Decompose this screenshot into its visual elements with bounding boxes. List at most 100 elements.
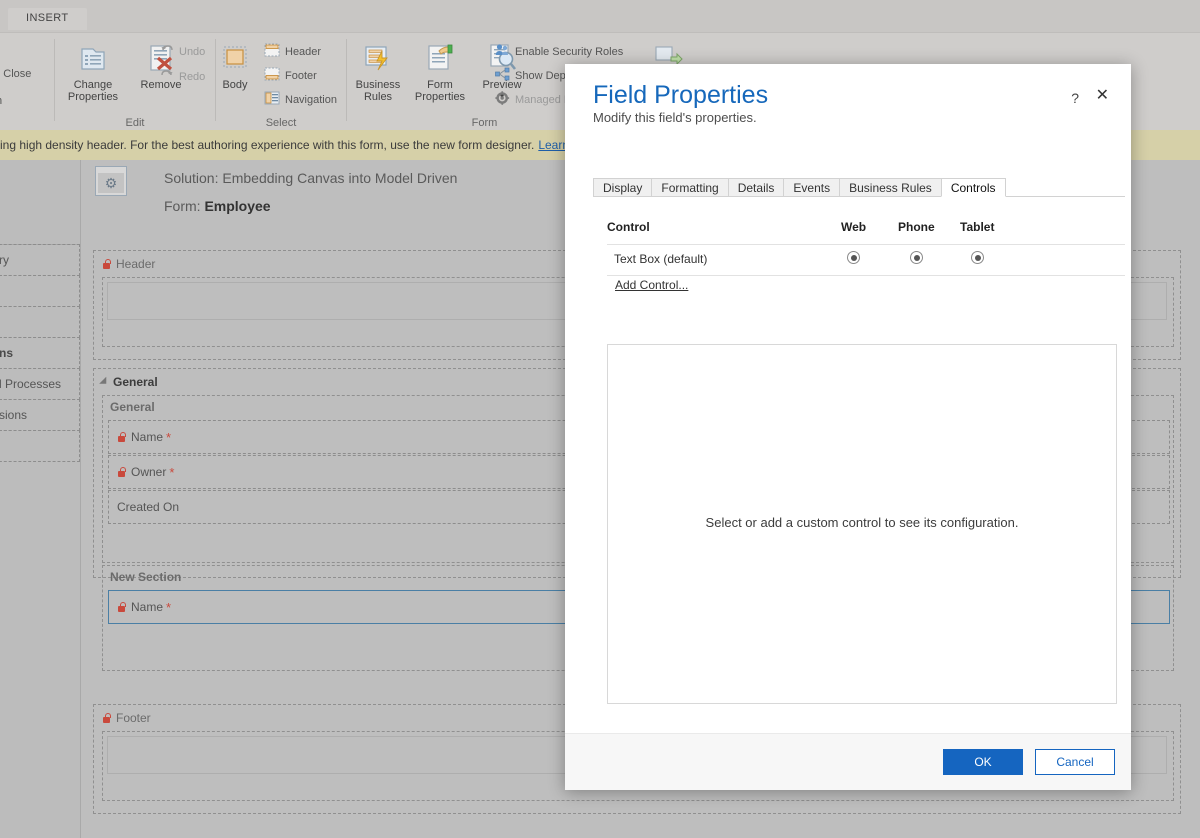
business-rules-icon	[347, 41, 409, 75]
change-properties-label: Change Properties	[67, 79, 119, 103]
field-label: Name	[131, 430, 164, 444]
footer-icon	[264, 67, 280, 84]
undo-button[interactable]: Undo	[160, 43, 205, 60]
footer-label: Footer	[285, 69, 317, 82]
redo-icon	[160, 68, 174, 85]
lock-icon	[117, 602, 126, 612]
ribbon-tabstrip: INSERT	[0, 0, 1200, 32]
table-row[interactable]: Text Box (default)	[607, 245, 1125, 276]
solution-name: Solution: Embedding Canvas into Model Dr…	[164, 170, 458, 186]
form-properties-label: Form Properties	[414, 79, 466, 103]
radio-phone[interactable]	[910, 251, 923, 264]
help-icon[interactable]: ?	[1071, 90, 1079, 106]
field-label: Name	[131, 600, 164, 614]
body-icon	[204, 41, 266, 75]
tab-formatting[interactable]: Formatting	[651, 178, 729, 197]
form-properties-button[interactable]: Form Properties	[409, 41, 471, 103]
radio-tablet[interactable]	[971, 251, 984, 264]
form-properties-icon	[409, 41, 471, 75]
column-header-phone: Phone	[898, 220, 935, 234]
navigation-icon	[264, 91, 280, 108]
dialog-title: Field Properties	[593, 81, 769, 109]
left-pane-item-1[interactable]	[0, 275, 80, 307]
header-label: Header	[285, 45, 322, 58]
undo-icon	[160, 43, 174, 60]
control-config-panel: Select or add a custom control to see it…	[607, 344, 1117, 704]
enable-security-roles-label: Enable Security Roles	[515, 45, 624, 58]
tab-display[interactable]: Display	[593, 178, 653, 197]
left-pane-item-0[interactable]: ry	[0, 244, 80, 276]
dialog-footer: OK Cancel	[565, 733, 1131, 790]
navigation-button[interactable]: Navigation	[264, 91, 337, 108]
left-pane-header	[0, 160, 80, 245]
left-pane-item-2[interactable]	[0, 306, 80, 338]
business-rules-label: Business Rules	[355, 79, 401, 103]
left-pane-item-4[interactable]: l Processes	[0, 368, 80, 400]
ribbon-clipped-label-2[interactable]: nd Close	[0, 68, 31, 80]
required-indicator: *	[166, 429, 172, 445]
tab-controls[interactable]: Controls	[940, 178, 1006, 197]
ribbon-group-select: Body Header Footer Navigation Select	[216, 33, 346, 131]
required-indicator: *	[166, 599, 172, 615]
form-name-line: Form: Employee	[164, 198, 271, 214]
navigation-label: Navigation	[285, 93, 337, 106]
controls-table-header: Control Web Phone Tablet	[607, 216, 1125, 245]
general-tab-label: General	[113, 375, 158, 389]
business-rules-button[interactable]: Business Rules	[347, 41, 409, 103]
lock-icon	[102, 259, 111, 269]
redo-label: Redo	[179, 70, 206, 83]
header-button[interactable]: Header	[264, 43, 321, 60]
change-properties-icon	[62, 41, 124, 75]
dialog-tabstrip: Display Formatting Details Events Busine…	[593, 178, 1131, 198]
lock-icon	[117, 432, 126, 442]
tab-details[interactable]: Details	[727, 178, 785, 197]
field-label: Owner	[131, 465, 167, 479]
general-section-label: General	[110, 400, 155, 414]
managed-properties-icon	[495, 91, 510, 108]
ok-button[interactable]: OK	[943, 749, 1023, 775]
change-properties-button[interactable]: Change Properties	[62, 41, 124, 103]
header-icon	[264, 43, 280, 60]
left-pane-item-label: l Processes	[0, 377, 62, 391]
left-pane-item-label: sions	[0, 408, 28, 422]
enable-security-roles-button[interactable]: Enable Security Roles	[495, 43, 623, 60]
redo-button[interactable]: Redo	[160, 68, 205, 85]
collapse-triangle-icon[interactable]	[99, 376, 110, 388]
new-section-label: New Section	[110, 570, 182, 584]
column-header-control: Control	[607, 220, 650, 234]
column-header-tablet: Tablet	[960, 220, 995, 234]
tab-events[interactable]: Events	[783, 178, 841, 197]
lock-icon	[102, 713, 111, 723]
ribbon-clipped-label-3[interactable]: h	[0, 95, 2, 107]
tab-business-rules[interactable]: Business Rules	[839, 178, 942, 197]
field-label: Created On	[117, 500, 180, 514]
body-label: Body	[222, 79, 248, 91]
add-control-link[interactable]: Add Control...	[615, 278, 688, 292]
dialog-subtitle: Modify this field's properties.	[593, 110, 757, 125]
designer-left-pane: ry ns l Processes sions	[0, 160, 81, 838]
form-label-prefix: Form:	[164, 198, 201, 214]
lock-icon	[117, 467, 126, 477]
field-properties-dialog: Field Properties Modify this field's pro…	[565, 64, 1131, 790]
general-tab-header[interactable]: General	[99, 375, 158, 389]
footer-region-label: Footer	[102, 711, 151, 725]
left-pane-item-5[interactable]: sions	[0, 399, 80, 431]
ribbon-tab-insert[interactable]: INSERT	[8, 8, 87, 30]
form-name: Employee	[204, 198, 271, 214]
footer-button[interactable]: Footer	[264, 67, 317, 84]
radio-web[interactable]	[847, 251, 860, 264]
close-icon[interactable]: ✕	[1096, 88, 1109, 104]
notification-text: sing high density header. For the best a…	[0, 138, 535, 152]
show-dependencies-icon	[495, 67, 510, 84]
left-pane-item-6[interactable]	[0, 430, 80, 462]
body-button[interactable]: Body	[204, 41, 266, 91]
ribbon-group-label-edit: Edit	[125, 117, 145, 129]
cancel-button[interactable]: Cancel	[1035, 749, 1115, 775]
left-pane-item-label: ry	[0, 253, 9, 267]
controls-table: Control Web Phone Tablet Text Box (defau…	[607, 216, 1125, 276]
ribbon-group-edit: Change Properties Remove Undo Redo Edit	[55, 33, 215, 131]
footer-label-text: Footer	[116, 711, 151, 725]
config-placeholder-text: Select or add a custom control to see it…	[705, 515, 1019, 530]
left-pane-item-3[interactable]: ns	[0, 337, 80, 369]
solution-gear-icon: ⚙	[95, 166, 127, 196]
